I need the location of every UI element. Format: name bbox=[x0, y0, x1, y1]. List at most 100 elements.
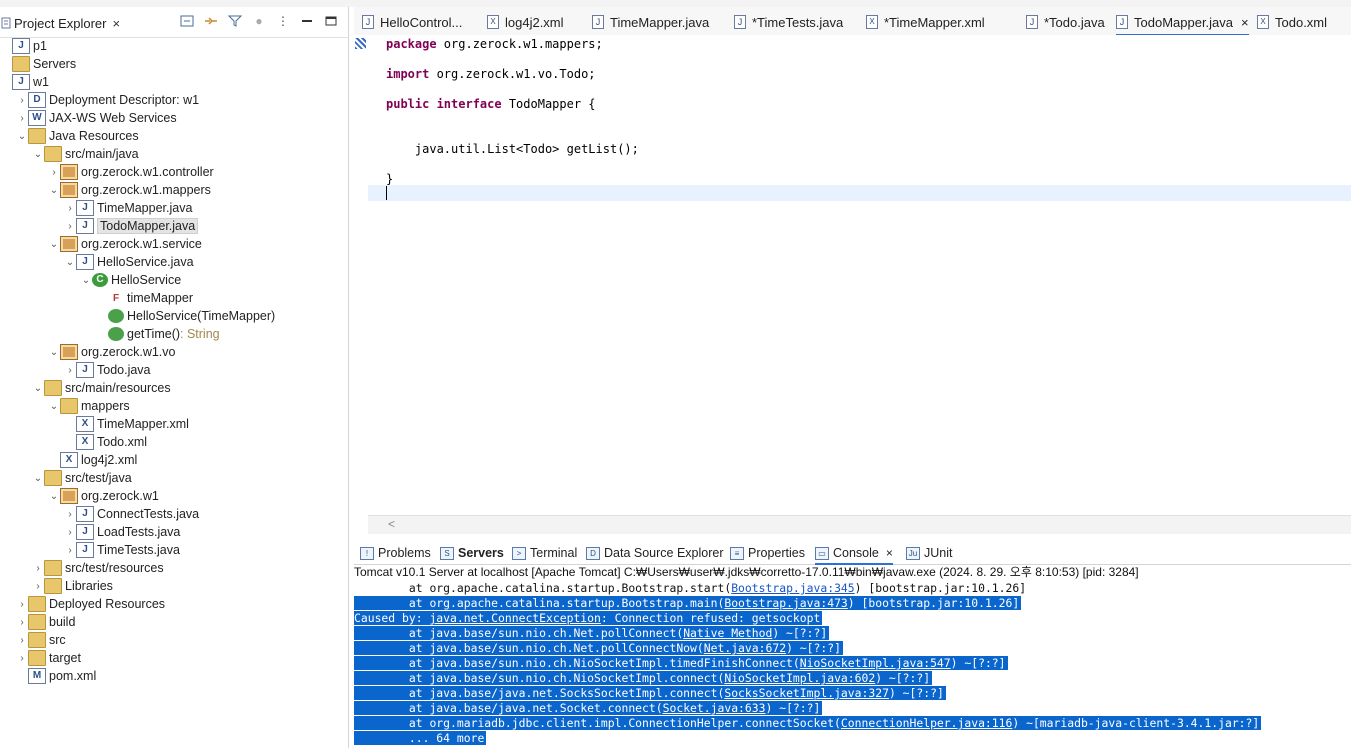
chevron-right-icon[interactable]: › bbox=[16, 113, 28, 124]
tree-item[interactable]: ⌄ C HelloService bbox=[80, 271, 181, 289]
tab-project-explorer[interactable]: Project Explorer × bbox=[0, 12, 120, 34]
stack-trace-link[interactable]: Native Method bbox=[683, 626, 772, 640]
tab-console[interactable]: ▭ Console × bbox=[815, 543, 893, 565]
chevron-right-icon[interactable]: › bbox=[16, 635, 28, 646]
tab-servers[interactable]: S Servers bbox=[440, 543, 504, 563]
focus-icon[interactable]: ● bbox=[250, 13, 268, 29]
stack-trace-link[interactable]: ConnectionHelper.java:116 bbox=[841, 716, 1012, 730]
chevron-right-icon[interactable]: › bbox=[16, 653, 28, 664]
chevron-right-icon[interactable]: › bbox=[16, 617, 28, 628]
close-icon[interactable]: × bbox=[886, 546, 893, 560]
chevron-down-icon[interactable]: ⌄ bbox=[32, 149, 44, 160]
tree-item[interactable]: Jw1 bbox=[0, 73, 49, 91]
tab-terminal[interactable]: > Terminal bbox=[512, 543, 577, 563]
chevron-right-icon[interactable]: › bbox=[32, 563, 44, 574]
filter-icon[interactable] bbox=[226, 13, 244, 29]
tree-item[interactable]: getTime() : String bbox=[96, 325, 220, 343]
chevron-down-icon[interactable]: ⌄ bbox=[32, 473, 44, 484]
stack-trace-link[interactable]: java.net.ConnectException bbox=[429, 611, 600, 625]
tree-item[interactable]: › J Todo.java bbox=[64, 361, 151, 379]
tree-item[interactable]: FtimeMapper bbox=[96, 289, 193, 307]
stack-trace-link[interactable]: Bootstrap.java:345 bbox=[731, 581, 854, 595]
tree-item[interactable]: › build bbox=[16, 613, 75, 631]
tab-problems[interactable]: ! Problems bbox=[360, 543, 431, 563]
tree-item[interactable]: › target bbox=[16, 649, 81, 667]
stack-trace-link[interactable]: Net.java:672 bbox=[704, 641, 786, 655]
stack-trace-link[interactable]: Bootstrap.java:473 bbox=[724, 596, 847, 610]
console-output[interactable]: at org.apache.catalina.startup.Bootstrap… bbox=[354, 581, 1351, 748]
chevron-right-icon[interactable]: › bbox=[32, 581, 44, 592]
tree-item[interactable]: Mpom.xml bbox=[16, 667, 96, 685]
editor-tab[interactable]: J *Todo.java bbox=[1026, 10, 1105, 34]
editor-tab[interactable]: Xlog4j2.xml bbox=[487, 10, 564, 34]
tree-item[interactable]: ⌄ src/main/java bbox=[32, 145, 139, 163]
chevron-down-icon[interactable]: ⌄ bbox=[48, 491, 60, 502]
tree-item[interactable]: › Libraries bbox=[32, 577, 113, 595]
editor-tab[interactable]: J *TimeTests.java bbox=[734, 10, 843, 34]
chevron-down-icon[interactable]: ⌄ bbox=[48, 347, 60, 358]
tree-item[interactable]: X TimeMapper.xml bbox=[64, 415, 189, 433]
tab-junit[interactable]: Ju JUnit bbox=[906, 543, 952, 563]
editor-tab[interactable]: J TimeMapper.java bbox=[592, 10, 709, 34]
editor-horizontal-scrollbar[interactable]: < bbox=[368, 515, 1351, 534]
collapse-all-icon[interactable] bbox=[178, 13, 196, 29]
chevron-down-icon[interactable]: ⌄ bbox=[80, 275, 92, 286]
tree-item[interactable]: HelloService(TimeMapper) bbox=[96, 307, 275, 325]
tree-item[interactable]: ⌄ src/test/java bbox=[32, 469, 132, 487]
chevron-right-icon[interactable]: › bbox=[16, 95, 28, 106]
chevron-right-icon[interactable]: › bbox=[48, 167, 60, 178]
editor-tab[interactable]: X Todo.xml bbox=[1257, 10, 1327, 34]
tree-item[interactable]: ⌄ org.zerock.w1.vo bbox=[48, 343, 175, 361]
editor-tab[interactable]: J TodoMapper.java × bbox=[1116, 10, 1249, 36]
chevron-right-icon[interactable]: › bbox=[64, 527, 76, 538]
tree-item[interactable]: › J TodoMapper.java bbox=[64, 217, 199, 235]
tree-item[interactable]: Jp1 bbox=[0, 37, 47, 55]
tree-item[interactable]: › src bbox=[16, 631, 66, 649]
chevron-down-icon[interactable]: ⌄ bbox=[48, 185, 60, 196]
tree-item[interactable]: Xlog4j2.xml bbox=[48, 451, 137, 469]
stack-trace-link[interactable]: Socket.java:633 bbox=[663, 701, 766, 715]
chevron-right-icon[interactable]: › bbox=[64, 221, 76, 232]
tree-item[interactable]: ⌄ J HelloService.java bbox=[64, 253, 194, 271]
close-icon[interactable]: × bbox=[112, 16, 120, 31]
scroll-left-icon[interactable]: < bbox=[388, 517, 395, 531]
tree-item[interactable]: › J LoadTests.java bbox=[64, 523, 180, 541]
stack-trace-link[interactable]: NioSocketImpl.java:547 bbox=[800, 656, 951, 670]
minimize-icon[interactable] bbox=[298, 13, 316, 29]
editor-tab[interactable]: X *TimeMapper.xml bbox=[866, 10, 985, 34]
tree-item[interactable]: › W JAX-WS Web Services bbox=[16, 109, 177, 127]
tree-item[interactable]: X Todo.xml bbox=[64, 433, 147, 451]
tab-datasource[interactable]: D Data Source Explorer bbox=[586, 543, 724, 563]
tree-item[interactable]: › D Deployment Descriptor: w1 bbox=[16, 91, 199, 109]
stack-trace-link[interactable]: SocksSocketImpl.java:327 bbox=[724, 686, 889, 700]
tree-item[interactable]: ⌄ src/main/resources bbox=[32, 379, 171, 397]
tree-item[interactable]: › src/test/resources bbox=[32, 559, 164, 577]
tree-item[interactable]: ⌄ mappers bbox=[48, 397, 130, 415]
chevron-down-icon[interactable]: ⌄ bbox=[64, 257, 76, 268]
tree-item[interactable]: › J TimeTests.java bbox=[64, 541, 180, 559]
tab-properties[interactable]: ≡ Properties bbox=[730, 543, 805, 563]
code-editor[interactable]: package org.zerock.w1.mappers; import org… bbox=[354, 35, 1351, 535]
chevron-down-icon[interactable]: ⌄ bbox=[48, 239, 60, 250]
tree-item[interactable]: › J ConnectTests.java bbox=[64, 505, 199, 523]
chevron-down-icon[interactable]: ⌄ bbox=[48, 401, 60, 412]
chevron-right-icon[interactable]: › bbox=[64, 545, 76, 556]
chevron-down-icon[interactable]: ⌄ bbox=[32, 383, 44, 394]
tree-item[interactable]: ⌄ Java Resources bbox=[16, 127, 139, 145]
editor-tab[interactable]: J HelloControl... bbox=[362, 10, 462, 34]
tree-item[interactable]: ⌄ org.zerock.w1.service bbox=[48, 235, 202, 253]
tree-item[interactable]: › J TimeMapper.java bbox=[64, 199, 192, 217]
tree-item[interactable]: Servers bbox=[0, 55, 76, 73]
view-menu-icon[interactable]: ⋮ bbox=[274, 13, 292, 29]
chevron-right-icon[interactable]: › bbox=[16, 599, 28, 610]
stack-trace-link[interactable]: NioSocketImpl.java:602 bbox=[724, 671, 875, 685]
chevron-down-icon[interactable]: ⌄ bbox=[16, 131, 28, 142]
tree-item[interactable]: › org.zerock.w1.controller bbox=[48, 163, 214, 181]
chevron-right-icon[interactable]: › bbox=[64, 509, 76, 520]
link-editor-icon[interactable] bbox=[202, 13, 220, 29]
tree-item[interactable]: › Deployed Resources bbox=[16, 595, 165, 613]
tree-item[interactable]: ⌄ org.zerock.w1.mappers bbox=[48, 181, 211, 199]
chevron-right-icon[interactable]: › bbox=[64, 365, 76, 376]
tree-item[interactable]: ⌄ org.zerock.w1 bbox=[48, 487, 159, 505]
chevron-right-icon[interactable]: › bbox=[64, 203, 76, 214]
